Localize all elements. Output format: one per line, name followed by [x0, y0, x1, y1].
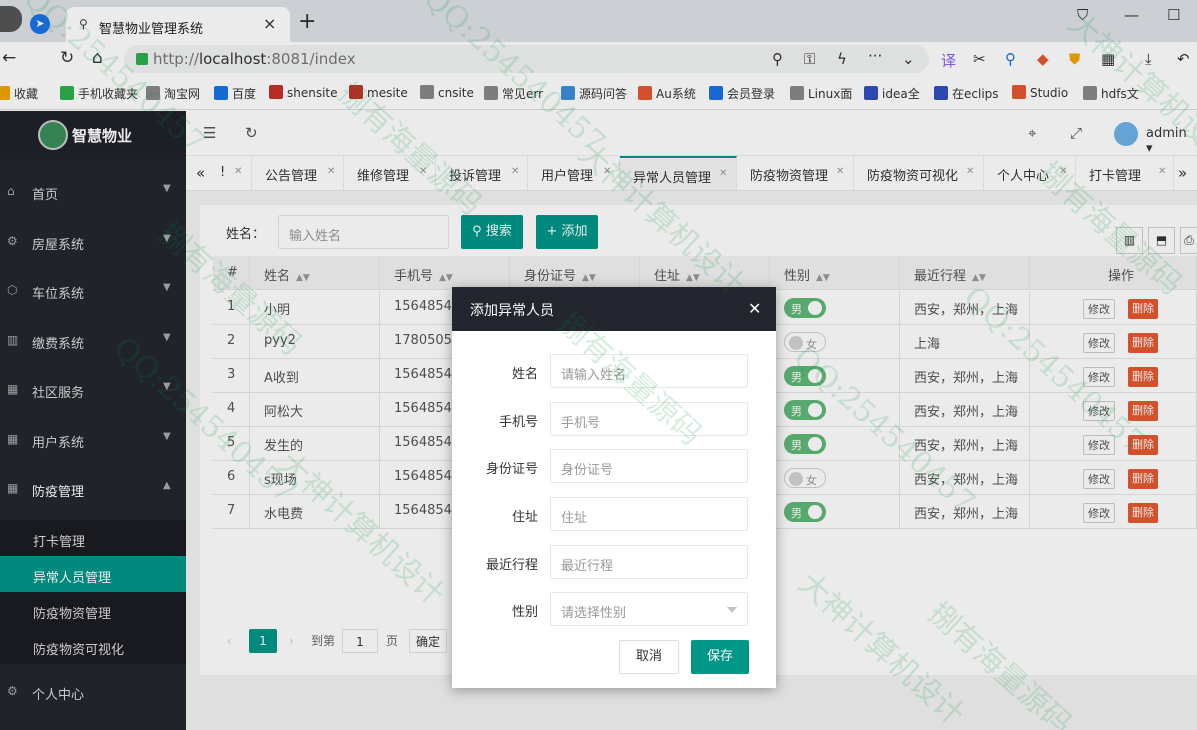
field-label: 姓名	[511, 367, 538, 382]
save-button[interactable]: 保存	[691, 640, 749, 674]
field-placeholder: 手机号	[561, 416, 601, 431]
phone-field[interactable]: 手机号	[550, 402, 748, 436]
name-field[interactable]: 请输入姓名	[550, 354, 748, 388]
field-label: 性别	[511, 605, 538, 620]
trip-field[interactable]: 最近行程	[550, 545, 748, 579]
field-label: 手机号	[498, 415, 538, 430]
form-row-name: 姓名 请输入姓名	[452, 354, 776, 390]
field-placeholder: 住址	[561, 511, 588, 526]
form-row-phone: 手机号 手机号	[452, 402, 776, 438]
close-icon[interactable]: ✕	[748, 299, 761, 318]
dialog-header: 添加异常人员 ✕	[452, 287, 776, 331]
form-row-idcard: 身份证号 身份证号	[452, 449, 776, 485]
field-placeholder: 身份证号	[561, 463, 614, 478]
form-row-address: 住址 住址	[452, 497, 776, 533]
form-row-sex: 性别 请选择性别	[452, 592, 776, 628]
form-row-trip: 最近行程 最近行程	[452, 545, 776, 581]
idcard-field[interactable]: 身份证号	[550, 449, 748, 483]
field-label: 身份证号	[485, 462, 538, 477]
address-field[interactable]: 住址	[550, 497, 748, 531]
sex-select[interactable]: 请选择性别	[550, 592, 748, 626]
add-person-dialog: 添加异常人员 ✕ 姓名 请输入姓名 手机号 手机号 身份证号 身份证号 住址 住址 最近…	[452, 287, 776, 688]
field-placeholder: 请输入姓名	[561, 368, 627, 383]
dialog-title: 添加异常人员	[470, 303, 554, 319]
field-label: 最近行程	[485, 558, 538, 573]
chevron-down-icon	[727, 607, 737, 613]
field-placeholder: 最近行程	[561, 559, 614, 574]
cancel-button[interactable]: 取消	[619, 640, 679, 674]
field-placeholder: 请选择性别	[561, 606, 627, 621]
field-label: 住址	[511, 510, 538, 525]
